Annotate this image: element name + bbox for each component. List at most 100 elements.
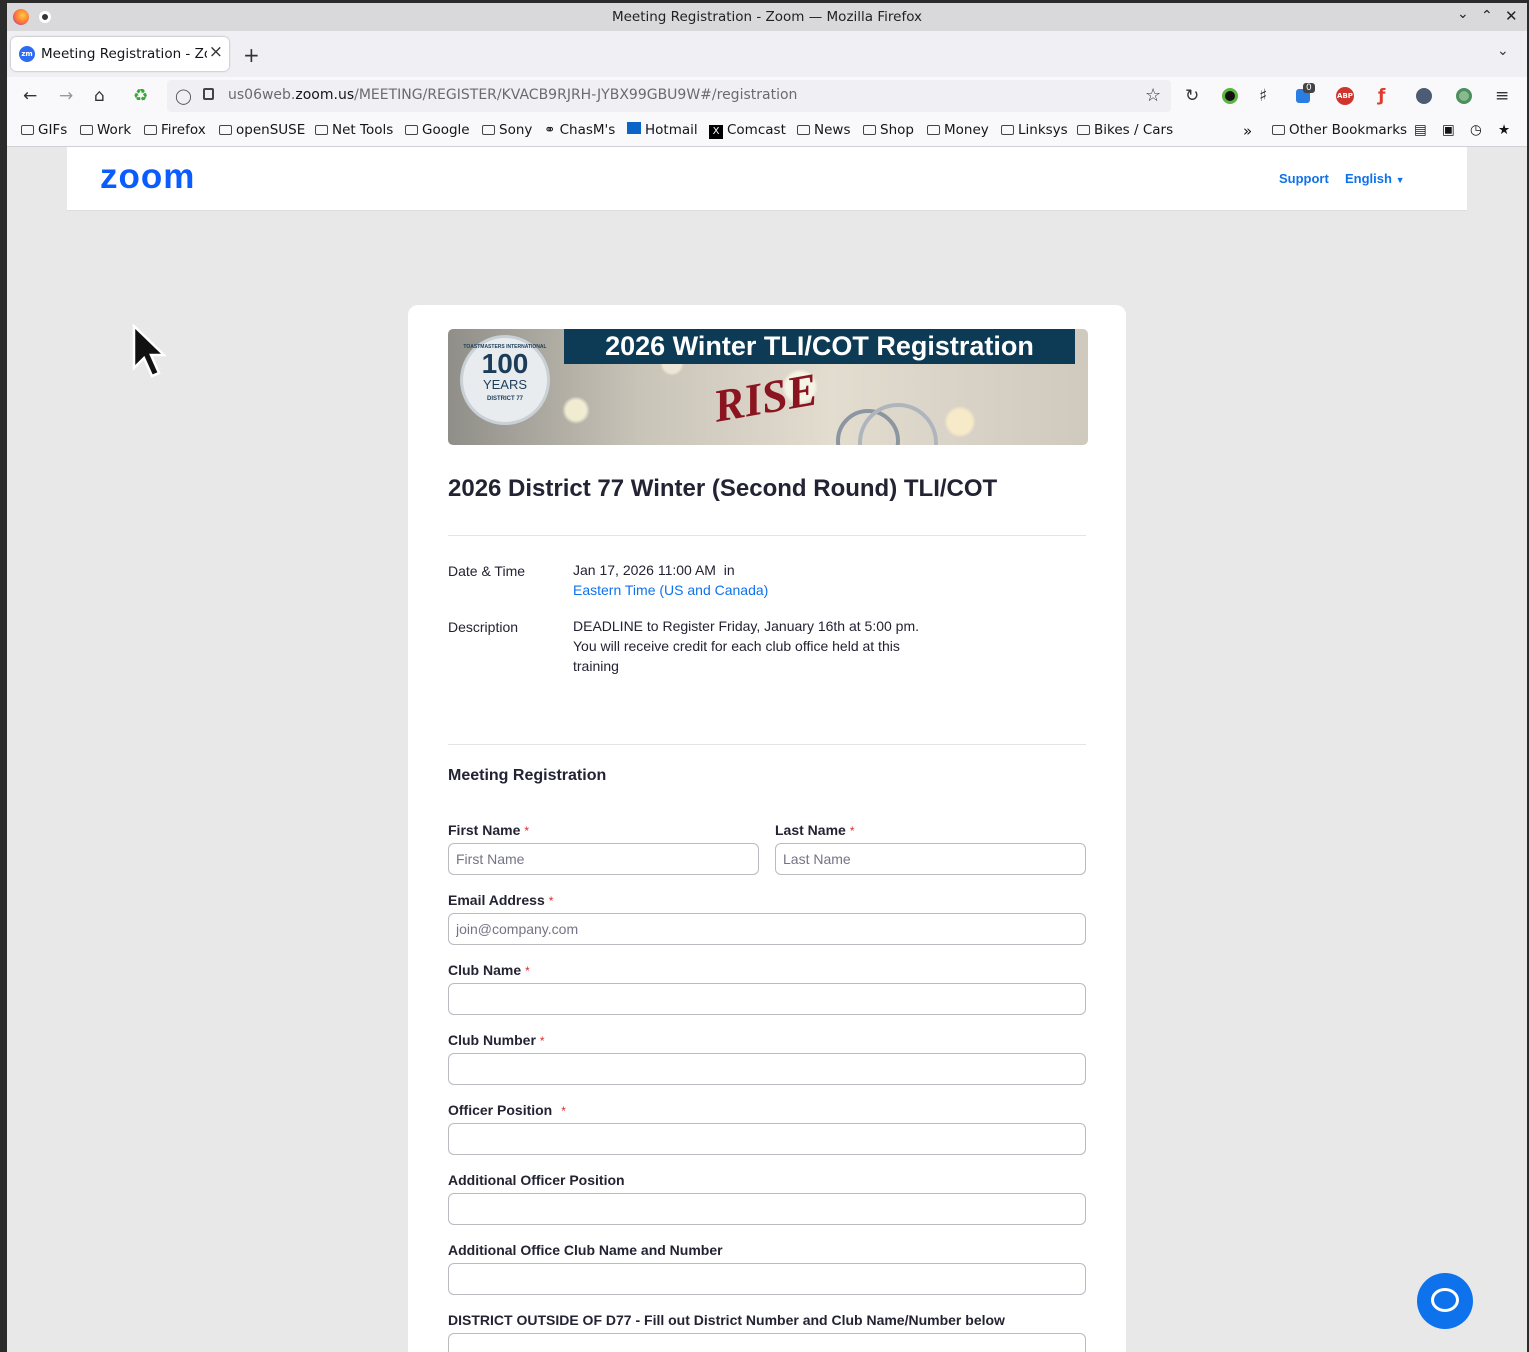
additional-office-club-input[interactable] (448, 1263, 1086, 1295)
extension-counter-badge: 0 (1303, 83, 1315, 93)
synced-tabs-icon[interactable]: ▣ (1442, 122, 1455, 138)
date-time-label: Date & Time (448, 563, 526, 579)
extension-circle-icon[interactable] (1456, 88, 1472, 104)
forward-icon[interactable]: → (59, 87, 73, 105)
bookmark-bikes-cars[interactable]: Bikes / Cars (1077, 122, 1173, 138)
meeting-date: Jan 17, 2026 11:00 AM in (573, 562, 735, 578)
bookmark-comcast[interactable]: X Comcast (709, 122, 786, 139)
last-name-input[interactable] (775, 843, 1086, 875)
bookmark-news[interactable]: News (797, 122, 850, 138)
more-bookmarks-icon[interactable]: » (1243, 122, 1252, 140)
last-name-label: Last Name * (775, 822, 855, 838)
district-outside-label: DISTRICT OUTSIDE OF D77 - Fill out Distr… (448, 1312, 1005, 1328)
bookmark-shop[interactable]: Shop (863, 122, 914, 138)
bookmark-gifs[interactable]: GIFs (21, 122, 67, 138)
globe-icon: ⚭ (544, 122, 560, 138)
bookmark-net-tools[interactable]: Net Tools (315, 122, 393, 138)
home-icon[interactable]: ⌂ (94, 87, 105, 105)
minimize-icon[interactable]: ⌄ (1457, 6, 1469, 22)
bookmark-google[interactable]: Google (405, 122, 470, 138)
bookmark-chasms[interactable]: ⚭ ChasM's (544, 122, 615, 138)
chat-button[interactable] (1417, 1273, 1473, 1329)
tab-bar: zm Meeting Registration - Zoom × + ⌄ (7, 31, 1527, 77)
x-logo-icon: X (709, 125, 723, 139)
bookmark-money[interactable]: Money (927, 122, 989, 138)
additional-officer-position-input[interactable] (448, 1193, 1086, 1225)
bookmark-work[interactable]: Work (80, 122, 131, 138)
bookmark-sony[interactable]: Sony (482, 122, 532, 138)
badge-number: 100 (481, 348, 529, 379)
email-input[interactable] (448, 913, 1086, 945)
club-number-label: Club Number * (448, 1032, 545, 1048)
close-tab-icon[interactable]: × (209, 42, 223, 62)
folder-icon (80, 125, 93, 135)
language-dropdown[interactable]: English ▼ (1345, 171, 1405, 186)
extension-globe-icon[interactable] (1222, 88, 1238, 104)
tab-title: Meeting Registration - Zoom (41, 46, 207, 62)
folder-icon (1272, 125, 1285, 135)
close-window-icon[interactable]: ✕ (1505, 7, 1518, 25)
adblock-plus-icon[interactable]: ABP (1336, 87, 1354, 105)
browser-window: Meeting Registration - Zoom — Mozilla Fi… (7, 3, 1527, 1352)
registration-card: 2026 Winter TLI/COT Registration TOASTMA… (408, 305, 1126, 1352)
window-title: Meeting Registration - Zoom — Mozilla Fi… (611, 9, 923, 25)
bookmark-opensuse[interactable]: openSUSE (219, 122, 305, 138)
extension-green-icon[interactable]: ♻ (133, 87, 148, 105)
bookmark-other[interactable]: Other Bookmarks (1272, 122, 1407, 138)
club-number-input[interactable] (448, 1053, 1086, 1085)
bookmark-star-icon[interactable]: ☆ (1145, 85, 1161, 106)
mouse-cursor-icon (132, 324, 166, 378)
description-label: Description (448, 619, 519, 635)
address-bar[interactable]: ◯ us06web.zoom.us/MEETING/REGISTER/KVACB… (167, 80, 1171, 112)
extensions-toolbar-icon[interactable]: ★ (1498, 122, 1510, 138)
chat-bubble-icon (1431, 1288, 1459, 1312)
extension-pointer-icon[interactable] (1416, 88, 1432, 104)
extension-puzzle-icon[interactable]: ♯ (1259, 87, 1267, 105)
officer-position-input[interactable] (448, 1123, 1086, 1155)
timezone-link[interactable]: Eastern Time (US and Canada) (573, 580, 768, 600)
back-icon[interactable]: ← (23, 87, 37, 105)
folder-icon (863, 125, 876, 135)
zoom-favicon-icon: zm (19, 46, 35, 62)
history-icon[interactable]: ◷ (1470, 122, 1482, 138)
folder-icon (797, 125, 810, 135)
folder-icon (219, 125, 232, 135)
lock-icon[interactable] (203, 88, 214, 100)
support-link[interactable]: Support (1279, 171, 1329, 186)
title-bar: Meeting Registration - Zoom — Mozilla Fi… (7, 3, 1527, 31)
description-line: You will receive credit for each club of… (573, 638, 900, 654)
outlook-icon (627, 122, 641, 134)
first-name-input[interactable] (448, 843, 759, 875)
banner-title: 2026 Winter TLI/COT Registration (564, 329, 1075, 364)
tab-meeting-registration[interactable]: zm Meeting Registration - Zoom × (11, 37, 229, 71)
bookmark-linksys[interactable]: Linksys (1001, 122, 1068, 138)
officer-position-label: Officer Position * (448, 1102, 566, 1118)
email-label: Email Address * (448, 892, 554, 908)
description-text: DEADLINE to Register Friday, January 16t… (573, 616, 919, 676)
description-line: DEADLINE to Register Friday, January 16t… (573, 618, 920, 634)
web-page: zoom Support English ▼ 2026 Winter TLI/C… (7, 147, 1527, 1352)
navigation-bar: ← → ⌂ ♻ ◯ us06web.zoom.us/MEETING/REGIST… (7, 77, 1527, 115)
maximize-icon[interactable]: ⌃ (1481, 8, 1493, 24)
folder-icon (1077, 125, 1090, 135)
district-outside-input[interactable] (448, 1333, 1086, 1352)
description-line: training (573, 658, 619, 674)
bookmark-hotmail[interactable]: Hotmail (627, 122, 698, 138)
url-text[interactable]: us06web.zoom.us/MEETING/REGISTER/KVACB9R… (228, 87, 797, 103)
sidebar-toggle-icon[interactable]: ▤ (1414, 122, 1427, 138)
reload-icon[interactable]: ↻ (1185, 87, 1199, 105)
date-time-value: Jan 17, 2026 11:00 AM in Eastern Time (U… (573, 560, 768, 600)
app-menu-icon[interactable]: ≡ (1495, 87, 1509, 105)
bookmark-firefox[interactable]: Firefox (144, 122, 206, 138)
zoom-logo[interactable]: zoom (100, 157, 195, 197)
club-name-input[interactable] (448, 983, 1086, 1015)
new-tab-icon[interactable]: + (243, 43, 260, 67)
divider (448, 744, 1086, 745)
event-banner: 2026 Winter TLI/COT Registration TOASTMA… (448, 329, 1088, 445)
first-name-label: First Name * (448, 822, 530, 838)
list-tabs-icon[interactable]: ⌄ (1497, 43, 1509, 59)
badge-word: YEARS (482, 377, 528, 392)
tracking-shield-icon[interactable]: ◯ (175, 87, 192, 105)
flash-extension-icon[interactable]: ƒ (1378, 87, 1385, 105)
additional-office-club-label: Additional Office Club Name and Number (448, 1242, 723, 1258)
